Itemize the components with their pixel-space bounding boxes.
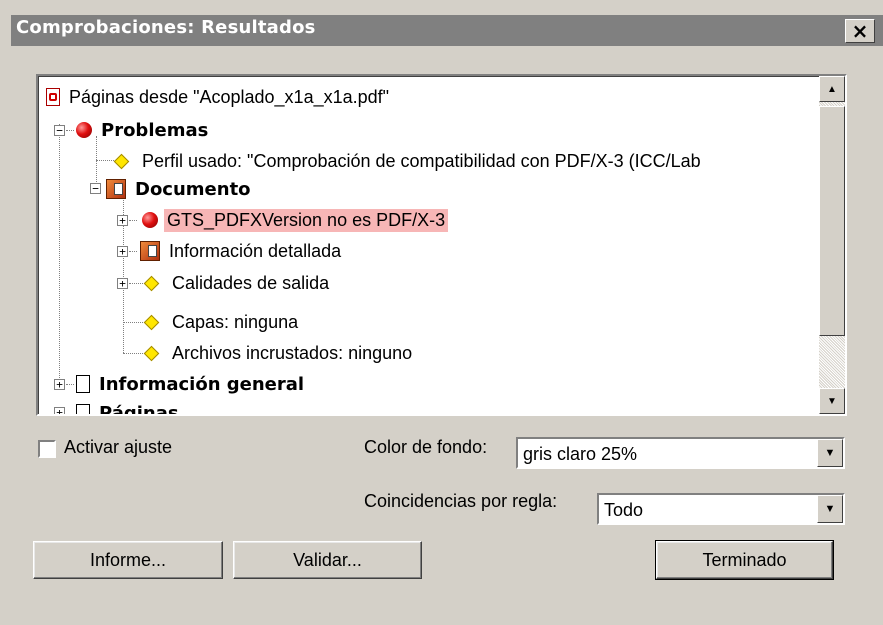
collapse-toggle[interactable]: − [90, 183, 101, 194]
results-tree-panel[interactable]: Páginas desde "Acoplado_x1a_x1a.pdf" − P… [36, 74, 847, 416]
title-bar: Comprobaciones: Resultados × [0, 0, 883, 58]
matches-label: Coincidencias por regla: [364, 491, 558, 511]
tree-item-document[interactable]: Documento [106, 174, 254, 204]
wrap-label: Activar ajuste [64, 437, 173, 457]
yellow-diamond-icon [143, 314, 160, 330]
scroll-down-button[interactable]: ▼ [819, 388, 845, 414]
bg-color-label: Color de fondo: [364, 437, 488, 457]
matches-value: Todo [604, 500, 644, 520]
collapse-toggle[interactable]: − [54, 125, 65, 136]
tree-item-root[interactable]: Páginas desde "Acoplado_x1a_x1a.pdf" [46, 82, 392, 112]
tree-item-label: Perfil usado: "Comprobación de compatibi… [142, 150, 701, 171]
tree-connector [59, 124, 60, 380]
done-button[interactable]: Terminado [655, 540, 834, 580]
tree-item-detailed-info[interactable]: Información detallada [140, 236, 344, 266]
tree-connector [129, 283, 143, 284]
tree-item-label: Archivos incrustados: ninguno [172, 342, 413, 363]
expand-toggle[interactable]: + [54, 407, 65, 414]
expand-toggle[interactable]: + [117, 278, 128, 289]
wrap-checkbox[interactable] [38, 440, 56, 458]
tree-item-gts-version[interactable]: GTS_PDFXVersion no es PDF/X-3 [142, 205, 449, 235]
close-icon: × [851, 19, 869, 43]
arrow-up-icon: ▲ [827, 83, 837, 95]
yellow-diamond-icon [143, 275, 160, 291]
tree-item-layers[interactable]: Capas: ninguna [142, 307, 301, 337]
tree-item-profile[interactable]: Perfil usado: "Comprobación de compatibi… [112, 146, 704, 176]
yellow-diamond-icon [113, 153, 130, 169]
tree-connector [66, 384, 74, 385]
dropdown-button[interactable]: ▼ [817, 439, 843, 467]
pdf-icon [46, 88, 60, 106]
yellow-diamond-icon [143, 345, 160, 361]
tree-item-output-intents[interactable]: Calidades de salida [142, 268, 332, 298]
chevron-down-icon: ▼ [824, 503, 836, 515]
tree-item-label: Capas: ninguna [172, 311, 299, 332]
tree-item-label: Calidades de salida [172, 272, 330, 293]
matches-select[interactable]: Todo ▼ [597, 493, 845, 525]
tree-item-label: Páginas [99, 402, 179, 415]
window-title: Comprobaciones: Resultados [16, 17, 316, 38]
document-icon [76, 375, 90, 393]
layers-icon [106, 179, 126, 199]
results-tree: Páginas desde "Acoplado_x1a_x1a.pdf" − P… [38, 76, 819, 414]
bg-color-select[interactable]: gris claro 25% ▼ [516, 437, 845, 469]
red-ball-icon [142, 212, 158, 228]
tree-item-label: GTS_PDFXVersion no es PDF/X-3 [164, 208, 449, 232]
chevron-down-icon: ▼ [824, 447, 836, 459]
tree-item-pages[interactable]: Páginas [76, 398, 182, 414]
tree-connector [129, 251, 137, 252]
dropdown-button[interactable]: ▼ [817, 495, 843, 523]
tree-connector [129, 220, 137, 221]
validate-button[interactable]: Validar... [233, 541, 422, 579]
expand-toggle[interactable]: + [117, 215, 128, 226]
tree-item-general-info[interactable]: Información general [76, 369, 307, 399]
tree-item-label: Páginas desde "Acoplado_x1a_x1a.pdf" [69, 86, 390, 107]
tree-item-label: Documento [135, 178, 251, 200]
tree-item-label: Problemas [101, 119, 209, 141]
tree-item-embedded-files[interactable]: Archivos incrustados: ninguno [142, 338, 415, 368]
arrow-down-icon: ▼ [827, 395, 837, 407]
layers-icon [140, 241, 160, 261]
red-ball-icon [76, 122, 92, 138]
expand-toggle[interactable]: + [117, 246, 128, 257]
scroll-up-button[interactable]: ▲ [819, 76, 845, 102]
report-button[interactable]: Informe... [33, 541, 223, 579]
bg-color-value: gris claro 25% [523, 444, 638, 464]
expand-toggle[interactable]: + [54, 379, 65, 390]
tree-connector [66, 130, 74, 131]
tree-item-label: Información detallada [169, 240, 342, 261]
close-button[interactable]: × [845, 19, 875, 43]
document-icon [76, 404, 90, 414]
scroll-thumb[interactable] [819, 106, 845, 336]
tree-item-label: Información general [99, 373, 305, 395]
vertical-scrollbar[interactable]: ▲ ▼ [819, 76, 845, 414]
tree-item-problems[interactable]: Problemas [76, 115, 211, 145]
